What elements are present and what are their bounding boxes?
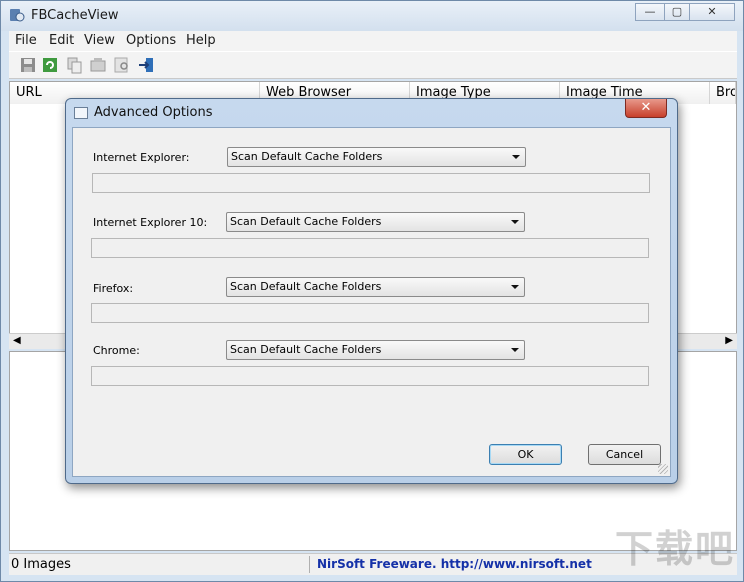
close-button[interactable]: ✕ [689, 3, 735, 21]
ie10-label: Internet Explorer 10: [93, 216, 208, 229]
ie-label: Internet Explorer: [93, 151, 190, 164]
scroll-left-icon[interactable]: ◀ [13, 335, 21, 346]
minimize-button[interactable]: — [635, 3, 665, 21]
menu-view[interactable]: View [84, 33, 115, 48]
ie10-scan-value: Scan Default Cache Folders [230, 215, 382, 228]
resize-grip-icon[interactable] [658, 464, 668, 474]
dialog-body: Internet Explorer: Scan Default Cache Fo… [72, 127, 671, 477]
chevron-down-icon [511, 285, 519, 289]
properties-icon[interactable] [89, 56, 107, 74]
save-icon[interactable] [19, 56, 37, 74]
chevron-down-icon [511, 348, 519, 352]
chevron-down-icon [512, 155, 520, 159]
chrome-label: Chrome: [93, 344, 140, 357]
chevron-down-icon [511, 220, 519, 224]
restore-button[interactable]: ▢ [664, 3, 690, 21]
advanced-options-dialog: Advanced Options ✕ Internet Explorer: Sc… [65, 98, 678, 484]
menu-edit[interactable]: Edit [49, 33, 74, 48]
menu-file[interactable]: File [15, 33, 37, 48]
menu-options[interactable]: Options [126, 33, 176, 48]
image-count: 0 Images [11, 557, 71, 572]
ie-scan-select[interactable]: Scan Default Cache Folders [227, 147, 526, 167]
nirsoft-link[interactable]: NirSoft Freeware. http://www.nirsoft.net [317, 557, 592, 571]
toolbar [9, 51, 737, 79]
ie10-folder-field[interactable] [91, 238, 649, 258]
window-title: FBCacheView [31, 8, 119, 23]
firefox-folder-field[interactable] [91, 303, 649, 323]
chrome-scan-value: Scan Default Cache Folders [230, 343, 382, 356]
cancel-button[interactable]: Cancel [588, 444, 661, 465]
status-divider [309, 556, 310, 573]
dialog-window-icon [74, 107, 88, 119]
copy-icon[interactable] [65, 56, 83, 74]
firefox-scan-select[interactable]: Scan Default Cache Folders [226, 277, 525, 297]
menu-bar: File Edit View Options Help [9, 31, 737, 51]
ie10-scan-select[interactable]: Scan Default Cache Folders [226, 212, 525, 232]
ok-button[interactable]: OK [489, 444, 562, 465]
chrome-scan-select[interactable]: Scan Default Cache Folders [226, 340, 525, 360]
scroll-right-icon[interactable]: ▶ [725, 335, 733, 346]
ie-scan-value: Scan Default Cache Folders [231, 150, 383, 163]
chrome-folder-field[interactable] [91, 366, 649, 386]
column-browser-extra[interactable]: Bro [710, 82, 736, 104]
exit-icon[interactable] [137, 56, 155, 74]
app-icon [10, 9, 25, 22]
find-icon[interactable] [113, 56, 131, 74]
ie-folder-field[interactable] [92, 173, 650, 193]
dialog-close-button[interactable]: ✕ [625, 99, 667, 118]
refresh-icon[interactable] [41, 56, 59, 74]
title-bar[interactable]: FBCacheView — ▢ ✕ [1, 1, 743, 31]
firefox-scan-value: Scan Default Cache Folders [230, 280, 382, 293]
menu-help[interactable]: Help [186, 33, 216, 48]
watermark: 下载吧 [614, 527, 735, 571]
firefox-label: Firefox: [93, 282, 134, 295]
dialog-title: Advanced Options [94, 105, 213, 120]
